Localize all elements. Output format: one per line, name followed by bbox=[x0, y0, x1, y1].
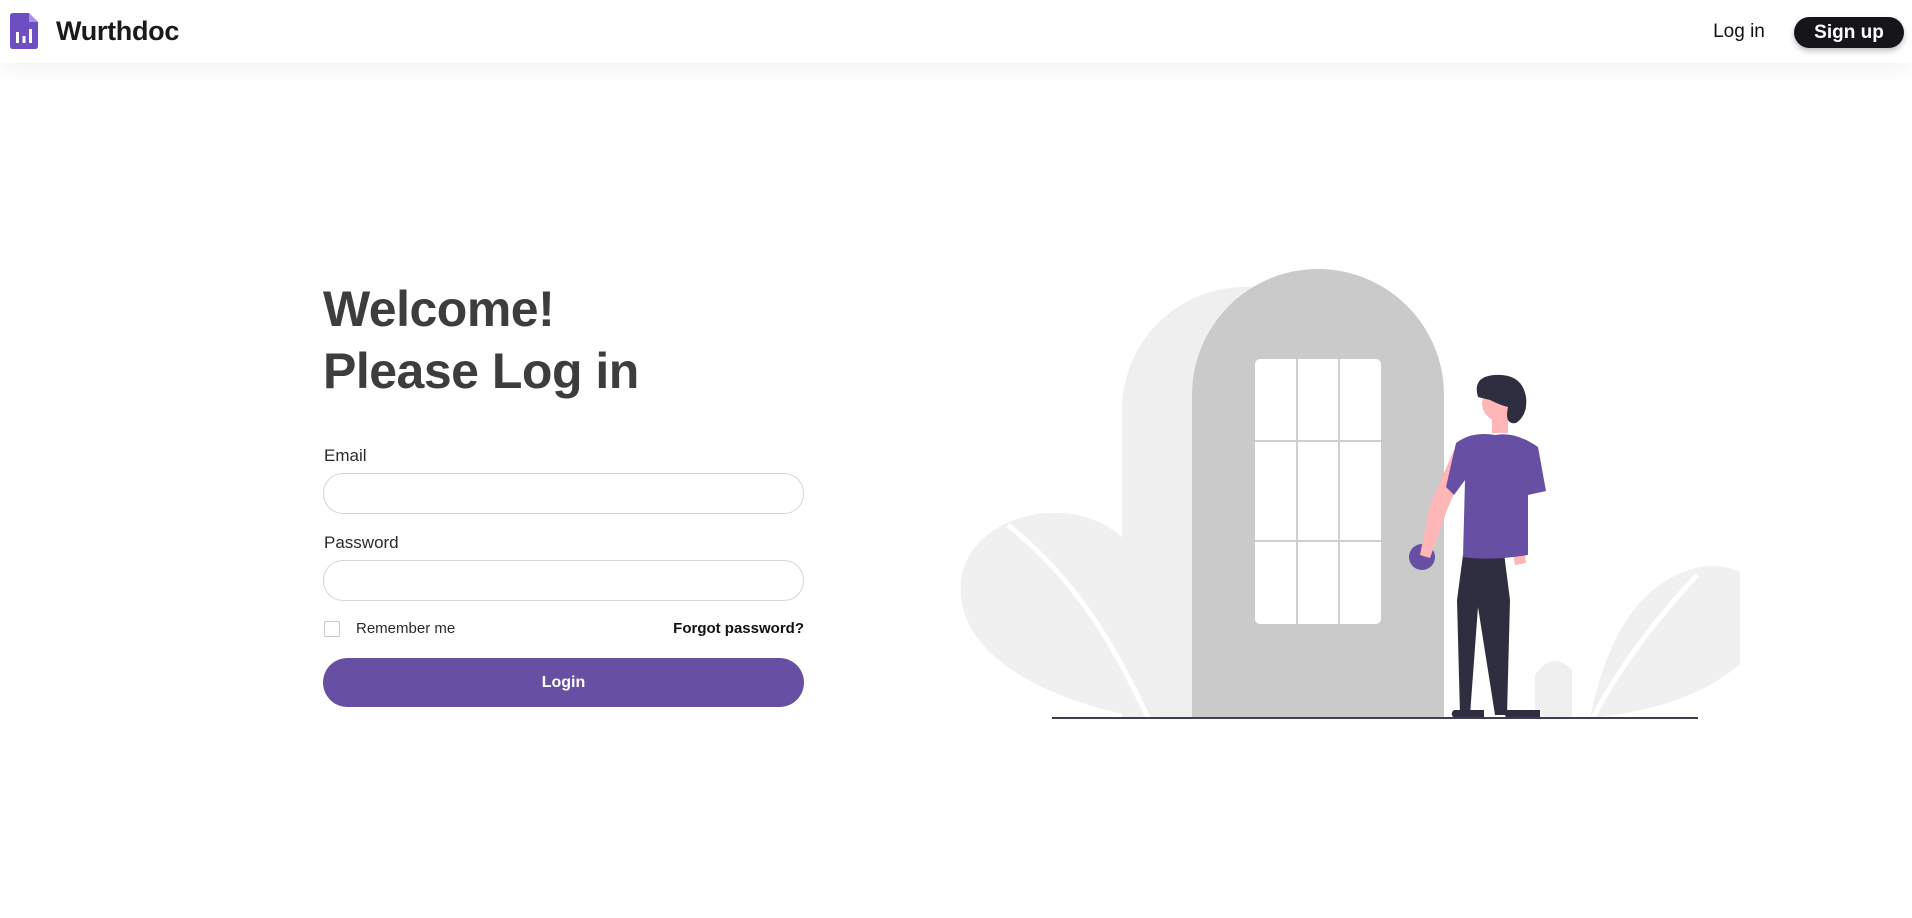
password-label: Password bbox=[324, 533, 399, 552]
page-title: Welcome! Please Log in bbox=[323, 278, 639, 402]
password-field[interactable] bbox=[323, 560, 804, 601]
email-label: Email bbox=[324, 446, 367, 465]
top-navbar: Wurthdoc Log in Sign up bbox=[0, 0, 1912, 63]
nav-login-link[interactable]: Log in bbox=[1700, 18, 1778, 46]
document-chart-icon bbox=[10, 13, 38, 49]
forgot-password-link[interactable]: Forgot password? bbox=[673, 620, 804, 637]
email-field[interactable] bbox=[323, 473, 804, 514]
brand[interactable]: Wurthdoc bbox=[10, 13, 179, 49]
title-line-login: Please Log in bbox=[323, 343, 639, 399]
remember-me-checkbox[interactable] bbox=[324, 620, 340, 637]
remember-me-label: Remember me bbox=[356, 620, 456, 637]
login-button[interactable]: Login bbox=[323, 658, 804, 707]
title-line-welcome: Welcome! bbox=[323, 281, 555, 337]
person-at-door-illustration bbox=[960, 269, 1740, 720]
brand-name: Wurthdoc bbox=[56, 15, 180, 46]
signup-button[interactable]: Sign up bbox=[1794, 17, 1904, 48]
remember-me[interactable]: Remember me bbox=[324, 620, 455, 637]
